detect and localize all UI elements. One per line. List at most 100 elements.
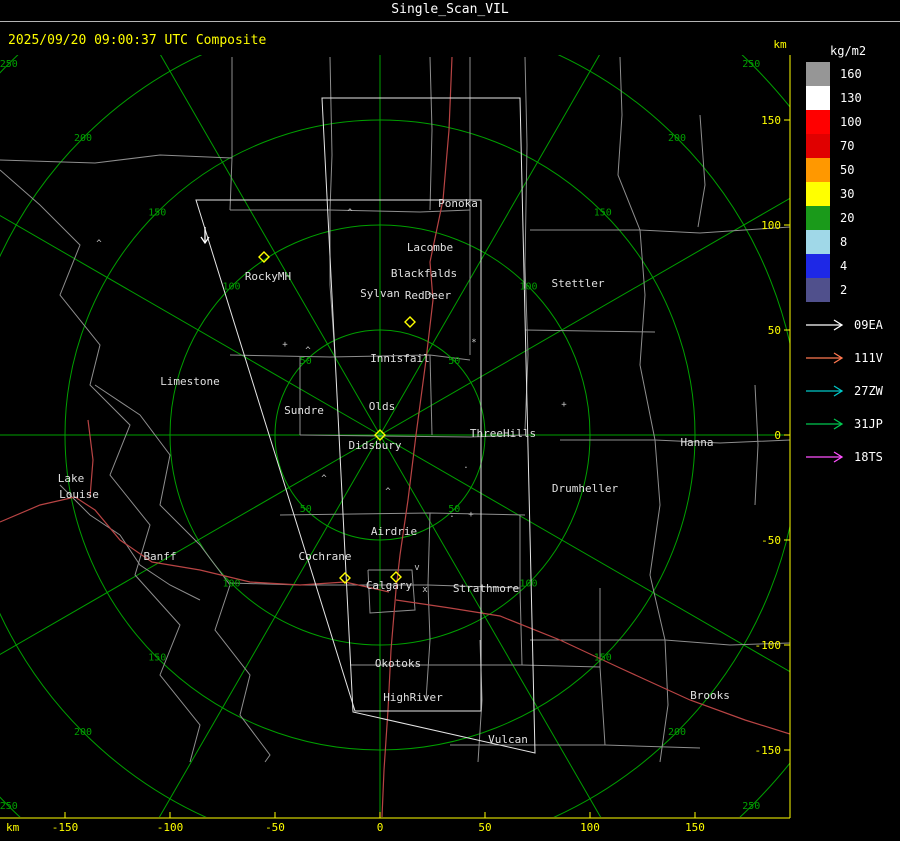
right-tick-label: -150	[755, 744, 782, 757]
track-id: 27ZW	[854, 383, 883, 398]
boundary-line	[659, 639, 669, 763]
scale-value: 4	[840, 259, 848, 273]
scale-entry: 30	[806, 182, 898, 206]
boundary-line	[560, 439, 790, 444]
ring-distance-label: 100	[222, 578, 240, 589]
boundary-line	[229, 354, 471, 361]
scale-value: 100	[840, 115, 862, 129]
ring-distance-label: 100	[222, 282, 240, 293]
boundary-line	[429, 56, 433, 211]
track-arrow-icon	[806, 318, 844, 331]
highway-line	[0, 496, 390, 593]
scale-entry: 4	[806, 254, 898, 278]
city-label: Lake	[58, 472, 85, 485]
city-label: Stettler	[552, 277, 605, 290]
city-label: RockyMH	[245, 270, 291, 283]
town-marker-glyph: +	[282, 340, 288, 350]
scale-swatch	[806, 86, 830, 110]
scale-swatch	[806, 158, 830, 182]
scale-value: 70	[840, 139, 855, 153]
ring-distance-label: 250	[742, 59, 760, 70]
city-label: Okotoks	[375, 657, 421, 670]
scale-value: 160	[840, 67, 862, 81]
track-legend: 09EA 111V 27ZW 31JP 18TS	[804, 308, 883, 473]
town-marker-glyph: .	[449, 510, 454, 520]
track-id: 09EA	[854, 317, 883, 332]
ring-distance-label: 250	[742, 801, 760, 812]
city-label: ThreeHills	[470, 427, 536, 440]
ring-distance-label: 200	[74, 727, 92, 738]
bottom-tick-label: -150	[52, 821, 79, 834]
scale-value: 2	[840, 283, 848, 297]
right-tick-label: -100	[755, 639, 782, 652]
boundary-line	[649, 439, 666, 641]
scale-swatch	[806, 278, 830, 302]
town-marker-glyph: ^	[96, 239, 102, 249]
city-label: Olds	[369, 400, 396, 413]
bottom-tick-label: 100	[580, 821, 600, 834]
boundary-line	[530, 226, 790, 234]
ring-distance-label: 200	[668, 727, 686, 738]
scale-value: 20	[840, 211, 855, 225]
track-id: 111V	[854, 350, 883, 365]
highway-line	[87, 419, 94, 498]
city-label: Hanna	[680, 436, 713, 449]
town-marker-glyph: +	[468, 510, 474, 520]
town-marker-glyph: +	[561, 400, 567, 410]
town-marker-glyph: x	[422, 585, 428, 595]
city-label: Sundre	[284, 404, 324, 417]
boundary-line	[427, 512, 431, 586]
right-tick-label: 50	[768, 324, 781, 337]
scan-area-outline	[321, 97, 536, 754]
boundary-line	[229, 57, 233, 211]
city-label: Strathmore	[453, 582, 519, 595]
boundary-line	[524, 329, 656, 333]
boundary-line	[0, 154, 233, 164]
city-label: Brooks	[690, 689, 730, 702]
city-label: Banff	[143, 550, 176, 563]
radar-station-icon	[404, 316, 416, 328]
radar-map[interactable]: 50 5050 50100 100100 100150 150150 150200 20020…	[0, 0, 900, 841]
boundary-line	[754, 384, 759, 506]
city-label: Drumheller	[552, 482, 619, 495]
scale-swatch	[806, 134, 830, 158]
ring-distance-label: 150	[148, 653, 166, 664]
scale-entry: 160	[806, 62, 898, 86]
right-tick-label: 100	[761, 219, 781, 232]
track-id: 31JP	[854, 416, 883, 431]
city-label: Louise	[59, 488, 99, 501]
track-legend-entry: 09EA	[804, 308, 883, 341]
ring-distance-label: 150	[594, 653, 612, 664]
city-label: Didsbury	[349, 439, 402, 452]
boundary-line	[429, 354, 433, 436]
radar-application-window: 50 50 50 50 100 100 100 100 150 150 150 150 200 200 20…	[0, 0, 900, 841]
town-marker-glyph: ^	[321, 474, 327, 484]
ring-distance-label: 200	[74, 133, 92, 144]
bottom-tick-label: -50	[265, 821, 285, 834]
town-marker-glyph: *	[471, 338, 476, 348]
boundary-line	[697, 114, 706, 228]
scale-entry: 2	[806, 278, 898, 302]
scale-swatch	[806, 110, 830, 134]
spoke-line	[0, 434, 381, 655]
storm-track-arrow-icon	[200, 227, 210, 245]
right-tick-label: 0	[774, 429, 781, 442]
scale-value: 30	[840, 187, 855, 201]
ring-distance-label: 150	[594, 207, 612, 218]
ring-distance-label: 50	[300, 504, 312, 515]
bottom-tick-label: 50	[478, 821, 491, 834]
scale-entry: 20	[806, 206, 898, 230]
town-marker-glyph: ^	[347, 208, 353, 218]
scale-entry: 8	[806, 230, 898, 254]
ring-distance-label: 150	[148, 207, 166, 218]
town-marker-glyph: ^	[305, 346, 311, 356]
city-label: Innisfail	[370, 352, 430, 365]
boundary-line	[639, 229, 656, 441]
scale-value: 8	[840, 235, 848, 249]
ring-distance-label: 250	[0, 801, 18, 812]
spoke-line	[0, 215, 381, 436]
window-title: Single_Scan_VIL	[391, 2, 509, 17]
scale-entry: 70	[806, 134, 898, 158]
scale-entry: 100	[806, 110, 898, 134]
spoke-line	[379, 434, 790, 673]
